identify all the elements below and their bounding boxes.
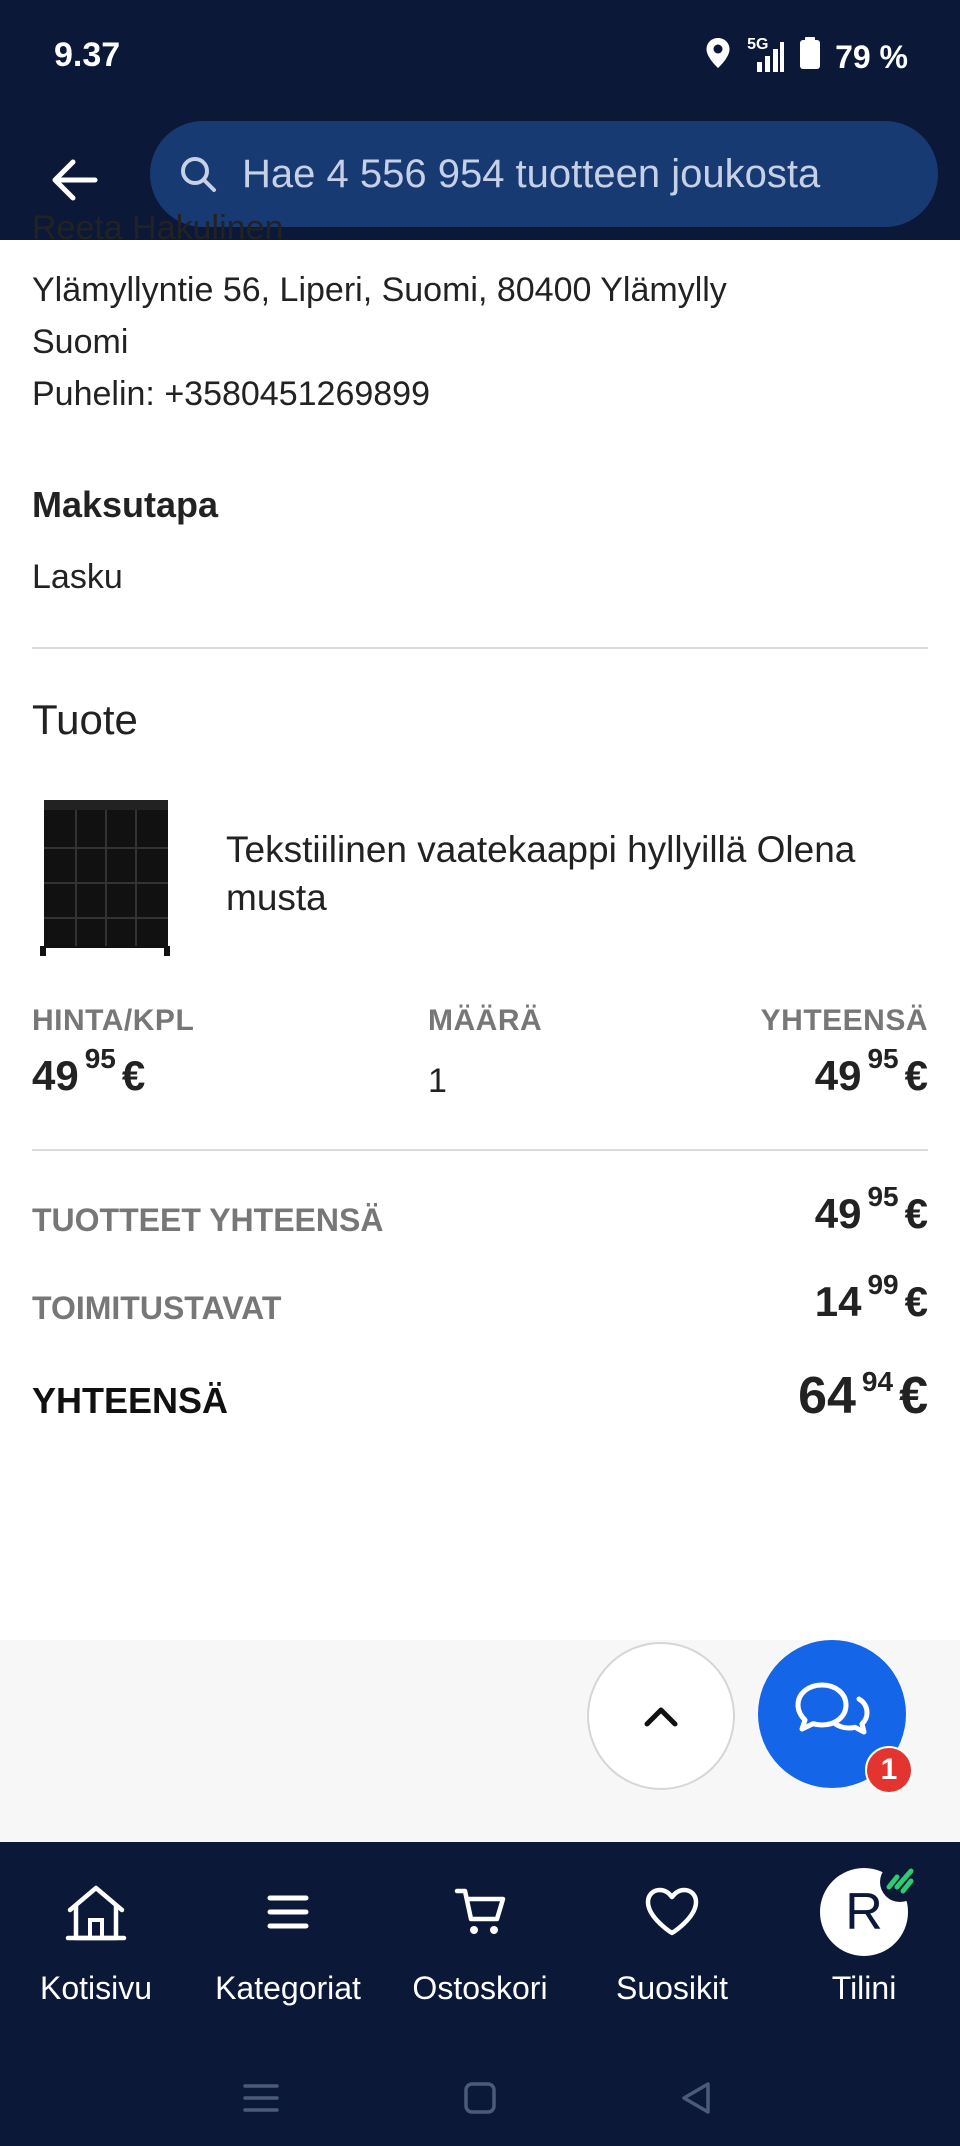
grand-total: 64 94 € (798, 1366, 928, 1426)
home-icon (65, 1885, 127, 1941)
recipient-name: Reeta Hakulinen (32, 209, 284, 247)
avatar-letter: R (845, 1883, 883, 1941)
line-total-header: YHTEENSÄ (760, 1004, 928, 1037)
status-icons: 5G 79 % (703, 36, 908, 78)
tab-cart-label: Ostoskori (412, 1970, 548, 2006)
line-total-currency: € (904, 1052, 928, 1099)
battery-level: 79 % (835, 38, 908, 75)
location-icon (703, 36, 733, 78)
payment-title: Maksutapa (32, 484, 219, 525)
products-total-label: TUOTTEET YHTEENSÄ (32, 1202, 384, 1238)
products-total: 49 95 € (814, 1183, 928, 1238)
line-total: 49 95 € (814, 1045, 928, 1100)
triangle-back-icon (682, 2082, 710, 2114)
shipping-currency: € (904, 1278, 928, 1325)
arrow-left-icon (52, 159, 98, 201)
chevron-up-icon (644, 1707, 678, 1727)
products-total-dec: 95 (867, 1181, 899, 1212)
unit-price-dec: 95 (84, 1043, 116, 1074)
grand-total-label: YHTEENSÄ (32, 1380, 229, 1421)
product-name[interactable]: Tekstiilinen vaatekaappi hyllyillä Olena… (226, 826, 926, 922)
unit-price: 49 95 € (32, 1045, 146, 1100)
quantity-value: 1 (428, 1062, 447, 1100)
line-total-dec: 95 (867, 1043, 899, 1074)
tab-cart[interactable]: Ostoskori (384, 1862, 576, 2032)
tab-categories[interactable]: Kategoriat (192, 1862, 384, 2032)
product-image[interactable] (32, 788, 182, 958)
address-country: Suomi (32, 323, 129, 361)
unit-price-currency: € (121, 1052, 146, 1099)
search-input[interactable] (240, 150, 904, 198)
shipping-dec: 99 (867, 1269, 899, 1300)
battery-icon (799, 36, 821, 78)
tab-account-label: Tilini (831, 1970, 897, 2006)
unit-price-int: 49 (32, 1052, 79, 1099)
shipping-int: 14 (814, 1278, 862, 1325)
shipping-cost: 14 99 € (814, 1271, 928, 1326)
tab-home-label: Kotisivu (39, 1970, 153, 2006)
scroll-to-top-button[interactable] (587, 1642, 735, 1790)
chat-icon (795, 1682, 870, 1735)
menu-icon (267, 1895, 309, 1929)
search-icon (176, 152, 220, 196)
tab-account[interactable]: R Tilini (768, 1862, 960, 2032)
payment-method: Lasku (32, 558, 123, 596)
unit-price-header: HINTA/KPL (32, 1004, 195, 1037)
tab-favorites[interactable]: Suosikit (576, 1862, 768, 2032)
grand-total-currency: € (899, 1367, 928, 1425)
quantity-header: MÄÄRÄ (428, 1004, 543, 1037)
recent-apps-icon (243, 2084, 279, 2112)
shipping-label: TOIMITUSTAVAT (32, 1290, 282, 1326)
grand-total-dec: 94 (861, 1366, 894, 1397)
avatar: R (820, 1862, 920, 1956)
home-system-button[interactable] (450, 2068, 510, 2128)
status-time: 9.37 (54, 36, 121, 74)
products-total-currency: € (904, 1190, 928, 1237)
back-system-button[interactable] (666, 2068, 726, 2128)
products-total-int: 49 (814, 1190, 862, 1237)
address-phone: Puhelin: +3580451269899 (32, 375, 430, 413)
tab-home[interactable]: Kotisivu (0, 1862, 192, 2032)
network-type: 5G (747, 36, 769, 53)
address-street: Ylämyllyntie 56, Liperi, Suomi, 80400 Yl… (32, 271, 727, 309)
system-nav-bar (0, 2046, 960, 2146)
divider (32, 1149, 928, 1151)
tab-favorites-label: Suosikit (615, 1970, 729, 2006)
grand-total-int: 64 (798, 1367, 856, 1425)
chat-notification-badge: 1 (865, 1746, 913, 1794)
verified-badge-icon (880, 1862, 920, 1902)
line-total-int: 49 (814, 1052, 862, 1099)
product-section-title: Tuote (32, 696, 138, 743)
status-bar: 9.37 5G 79 % (0, 0, 960, 115)
home-square-icon (464, 2082, 496, 2114)
signal-icon: 5G (747, 36, 785, 74)
tab-categories-label: Kategoriat (215, 1970, 361, 2006)
divider (32, 647, 928, 649)
recent-apps-button[interactable] (231, 2068, 291, 2128)
heart-icon (645, 1887, 699, 1936)
cart-icon (454, 1888, 506, 1934)
